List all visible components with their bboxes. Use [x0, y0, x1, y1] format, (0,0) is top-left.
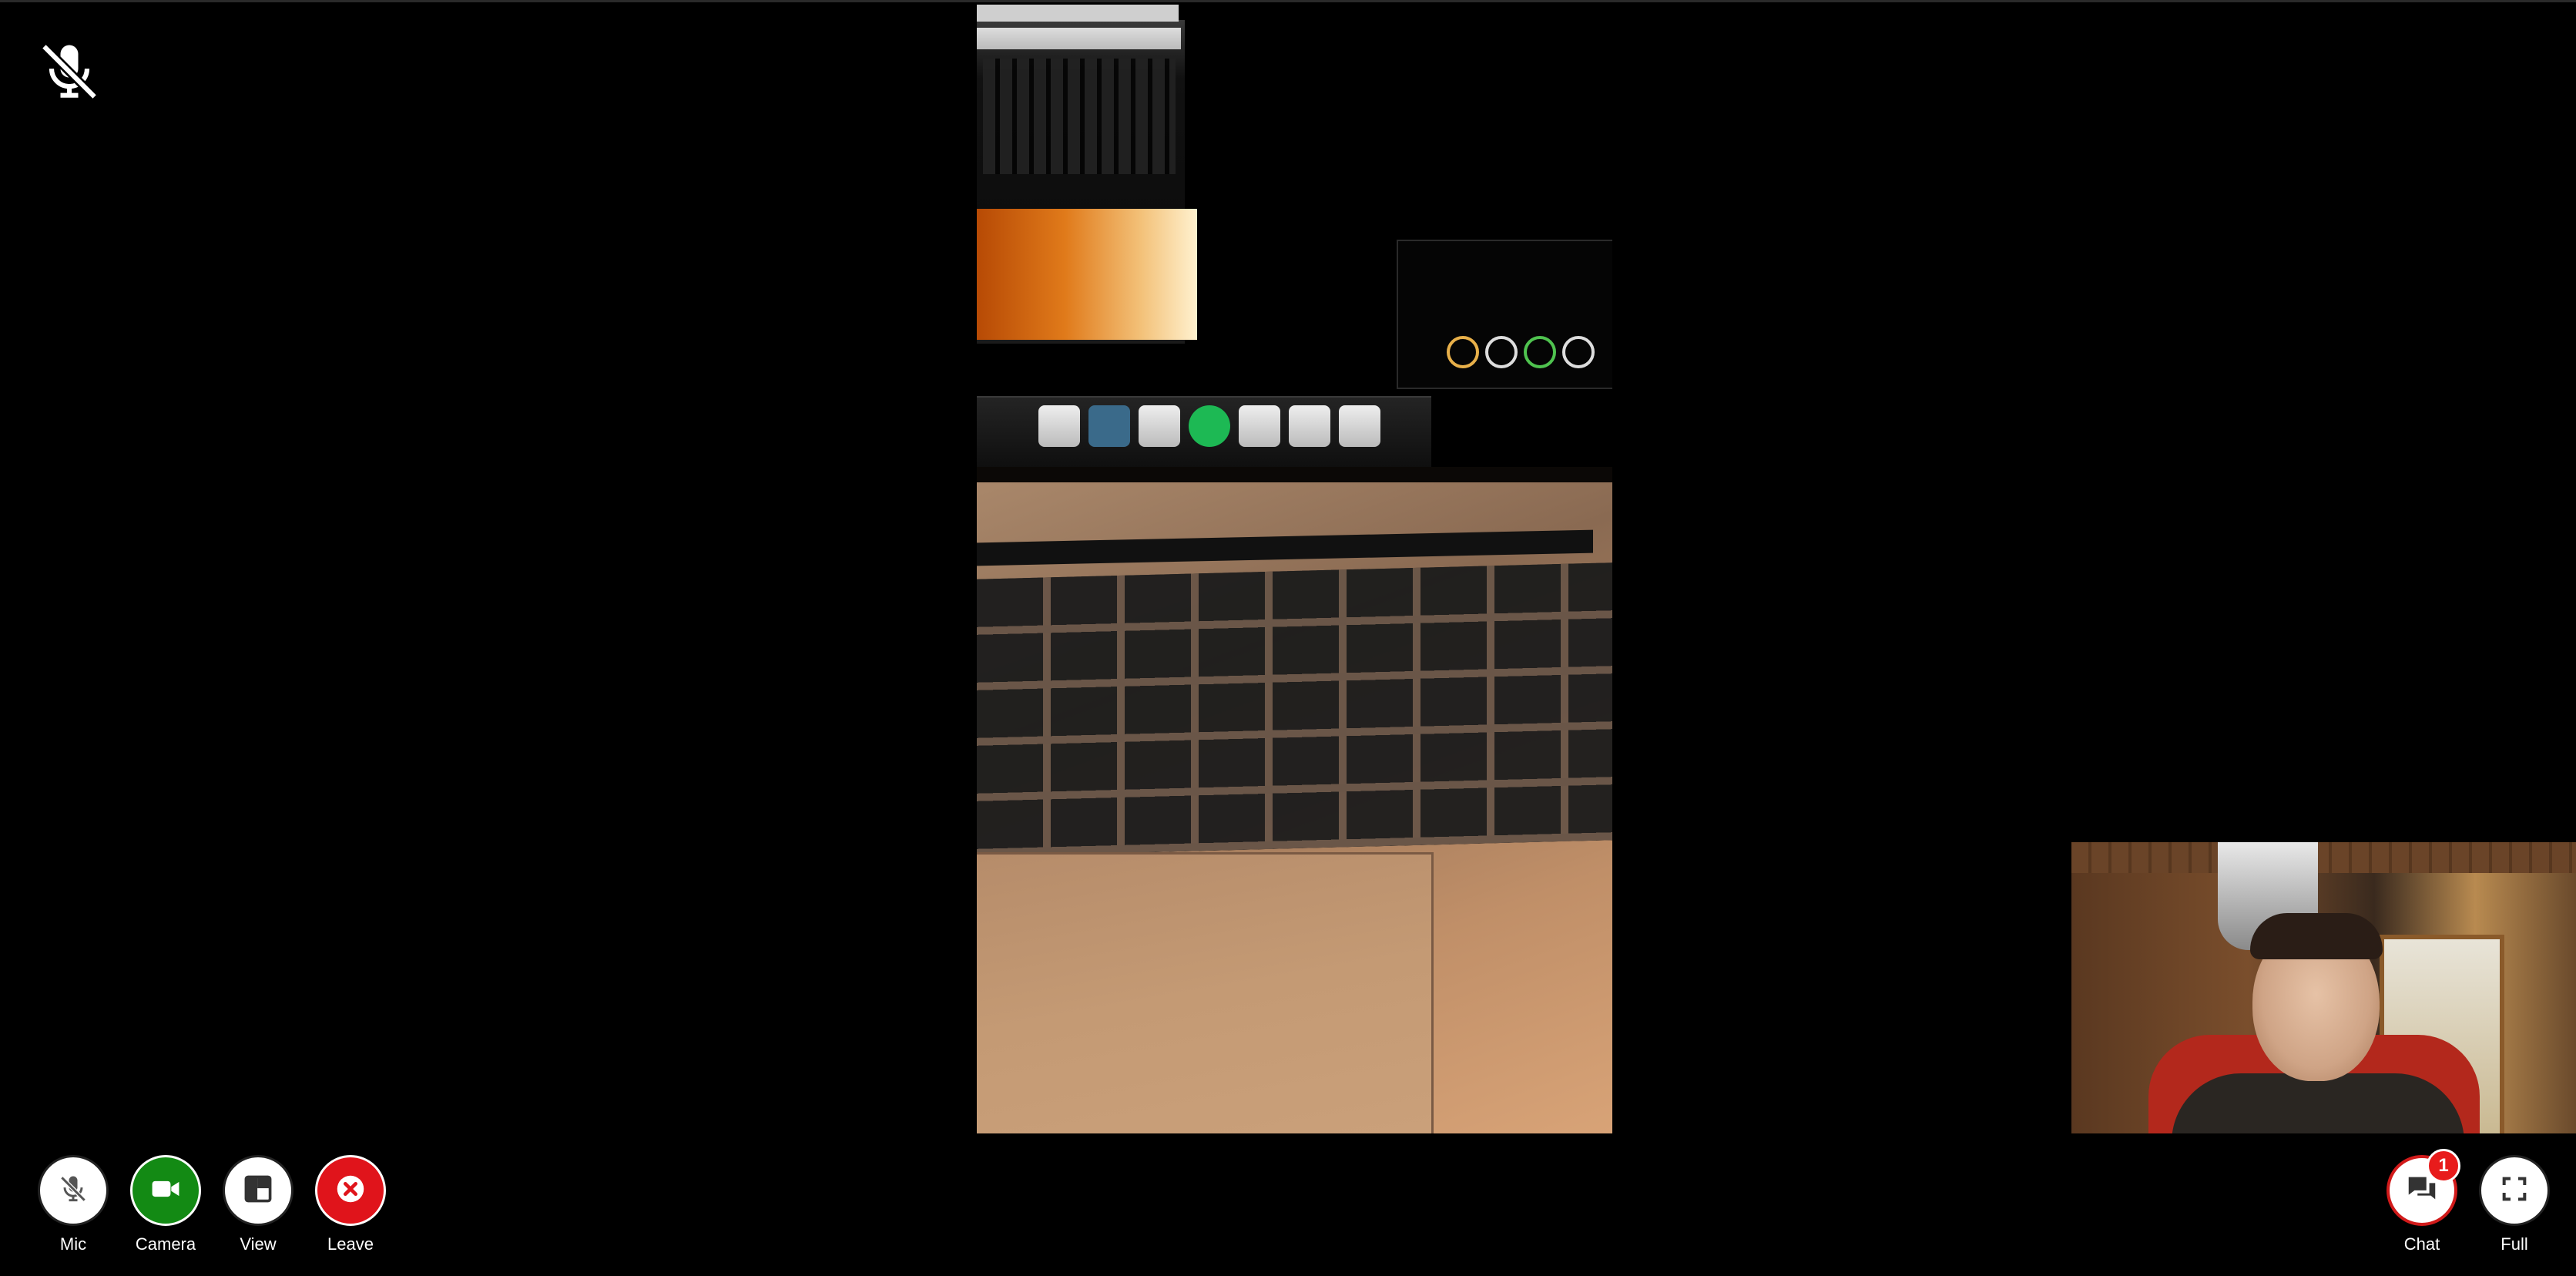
- mic-button[interactable]: [38, 1155, 109, 1226]
- remote-video-dock-icon: [1239, 405, 1280, 447]
- mic-control: Mic: [27, 1155, 119, 1254]
- leave-label: Leave: [327, 1234, 374, 1254]
- leave-control: Leave: [304, 1155, 397, 1254]
- mic-off-icon: [56, 1172, 90, 1210]
- camera-button[interactable]: [130, 1155, 201, 1226]
- remote-video-trackpad: [977, 852, 1434, 1133]
- remote-video-dock-button: [1562, 336, 1595, 368]
- mic-label: Mic: [59, 1234, 87, 1254]
- self-video-ceiling: [2071, 842, 2576, 873]
- remote-video: [977, 5, 1612, 1133]
- video-call-stage: Mic Camera View Leave 1 Chat Full: [0, 0, 2576, 1276]
- remote-video-mini-keys: [983, 59, 1176, 174]
- full-control: Full: [2468, 1155, 2561, 1254]
- chat-unread-badge: 1: [2427, 1149, 2460, 1183]
- video-camera-icon: [149, 1172, 183, 1210]
- remote-video-keyboard-rows: [977, 562, 1612, 857]
- remote-video-dock-button: [1485, 336, 1518, 368]
- remote-video-dock-icon: [1038, 405, 1080, 447]
- camera-label: Camera: [135, 1234, 196, 1254]
- remote-video-dock-button: [1447, 336, 1479, 368]
- mic-muted-icon: [34, 36, 105, 107]
- chat-label: Chat: [2403, 1234, 2440, 1254]
- self-video-shirt: [2172, 1073, 2464, 1133]
- leave-button[interactable]: [315, 1155, 386, 1226]
- remote-video-screen-strip: [977, 28, 1181, 49]
- remote-video-top-strip: [977, 5, 1179, 22]
- remote-video-dock-icon: [1139, 405, 1180, 447]
- fullscreen-icon: [2499, 1174, 2530, 1208]
- remote-video-dock-icon: [1289, 405, 1330, 447]
- view-button[interactable]: [223, 1155, 293, 1226]
- chat-control: 1 Chat: [2376, 1149, 2468, 1254]
- remote-video-dock-icon: [1339, 405, 1380, 447]
- self-video: [2071, 842, 2576, 1133]
- self-video-hair: [2250, 913, 2383, 959]
- remote-video-dock-icon: [1088, 405, 1130, 447]
- remote-video-dock-button: [1524, 336, 1556, 368]
- camera-control: Camera: [119, 1155, 212, 1254]
- remote-video-dock-icon: [1189, 405, 1230, 447]
- view-control: View: [212, 1155, 304, 1254]
- close-circle-icon: [333, 1171, 368, 1211]
- chat-button[interactable]: 1: [2386, 1149, 2460, 1226]
- layout-icon: [241, 1172, 275, 1210]
- fullscreen-button[interactable]: [2479, 1155, 2550, 1226]
- full-label: Full: [2501, 1234, 2528, 1254]
- view-label: View: [240, 1234, 277, 1254]
- remote-video-glow: [977, 209, 1197, 340]
